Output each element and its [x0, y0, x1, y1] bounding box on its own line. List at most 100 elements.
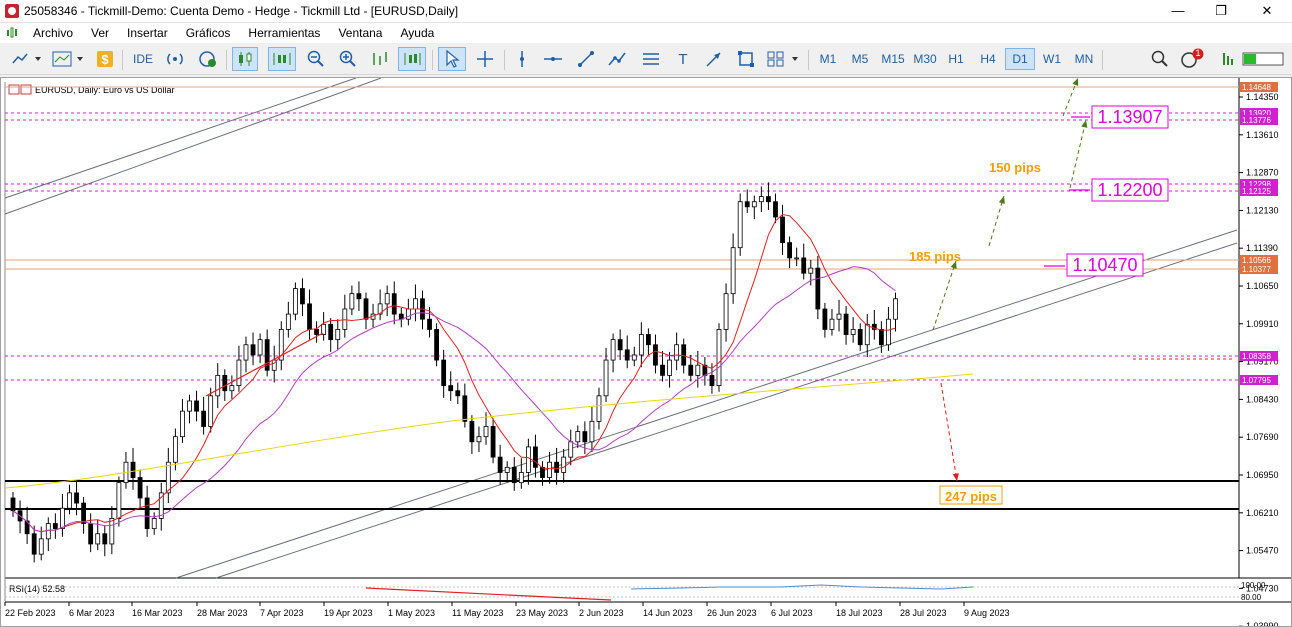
- horizontal-line-icon[interactable]: [540, 47, 566, 71]
- candle-body: [864, 323, 870, 346]
- shape-tool-icon[interactable]: [734, 47, 758, 71]
- candle-body: [413, 298, 418, 310]
- candle-body: [215, 374, 221, 397]
- draw-arrow-icon[interactable]: [702, 47, 726, 71]
- maximize-button[interactable]: ❐: [1198, 0, 1244, 23]
- candle-body: [603, 359, 609, 397]
- window-title: 25058346 - Tickmill-Demo: Cuenta Demo - …: [24, 4, 459, 18]
- menu-ventana[interactable]: Ventana: [329, 26, 391, 40]
- candle-body: [610, 339, 616, 361]
- date-tick-label: 28 Mar 2023: [197, 608, 248, 618]
- candle-body: [667, 359, 672, 376]
- price-tick-label: 1.14350: [1246, 92, 1279, 102]
- menu-archivo[interactable]: Archivo: [24, 26, 82, 40]
- shapes-dropdown[interactable]: [764, 47, 804, 71]
- timeframe-m30[interactable]: M30: [909, 48, 941, 70]
- timeframe-m5[interactable]: M5: [845, 48, 875, 70]
- target-price-label: 1.10470: [1072, 255, 1137, 275]
- chart-menu-icon: [8, 84, 20, 95]
- candle-body: [236, 359, 242, 387]
- candle-body: [10, 497, 16, 512]
- date-tick-label: 16 Mar 2023: [132, 608, 183, 618]
- template-dropdown[interactable]: [50, 47, 90, 71]
- candle-body: [476, 436, 482, 443]
- fibonacci-icon[interactable]: [638, 47, 664, 71]
- menu-bar: Archivo Ver Insertar Gráficos Herramient…: [0, 23, 1292, 43]
- candle-body: [787, 242, 792, 259]
- scroll-end-button[interactable]: [398, 47, 426, 71]
- chart-type-dropdown[interactable]: [10, 47, 46, 71]
- date-tick-label: 19 Apr 2023: [324, 608, 373, 618]
- menu-insertar[interactable]: Insertar: [118, 26, 177, 40]
- timeframe-m15[interactable]: M15: [877, 48, 909, 70]
- candle-body: [893, 298, 898, 320]
- ma-mid-line: [12, 266, 896, 533]
- dollar-icon[interactable]: $: [94, 47, 116, 71]
- rsi-overbought-line: [365, 587, 612, 601]
- zoom-in-icon[interactable]: [336, 47, 360, 71]
- menu-ayuda[interactable]: Ayuda: [391, 26, 443, 40]
- app-logo-icon: [5, 4, 19, 18]
- candle-body: [617, 339, 623, 351]
- timeframe-d1[interactable]: D1: [1005, 48, 1035, 70]
- candle-body: [137, 477, 143, 499]
- trend-segment: [205, 332, 324, 397]
- candle-body: [455, 390, 461, 397]
- date-tick-label: 9 Aug 2023: [964, 608, 1010, 618]
- timeframe-m1[interactable]: M1: [813, 48, 843, 70]
- level-tag-label: 1.10377: [1242, 265, 1271, 274]
- chart-window[interactable]: 1.14350 1.13610 1.12870 1.12130 1.11390 1.106…: [0, 77, 1292, 627]
- candle-body: [575, 431, 581, 443]
- timeframe-mn[interactable]: MN: [1069, 48, 1099, 70]
- vertical-line-icon[interactable]: [510, 47, 534, 71]
- candle-body: [886, 318, 891, 346]
- candle-body: [638, 334, 644, 356]
- candle-body: [730, 247, 736, 295]
- level-tag-label: 1.12125: [1242, 187, 1271, 196]
- text-tool-icon[interactable]: T: [672, 47, 694, 71]
- price-chart[interactable]: 1.14350 1.13610 1.12870 1.12130 1.11390 1.106…: [1, 78, 1291, 626]
- arrow-down: [940, 382, 958, 482]
- market-globe-icon[interactable]: [196, 47, 220, 71]
- signal-icon[interactable]: [162, 47, 188, 71]
- rsi-tick-label: 100.00: [1241, 581, 1266, 590]
- price-tick-label: 1.11390: [1246, 243, 1278, 253]
- candle-body: [427, 318, 432, 330]
- candle-body: [405, 308, 411, 320]
- candlestick-chart-button[interactable]: [232, 47, 258, 71]
- candle-body: [533, 446, 538, 468]
- date-tick-label: 6 Mar 2023: [69, 608, 115, 618]
- search-icon[interactable]: [1148, 47, 1172, 71]
- candle-body: [38, 538, 44, 555]
- timeframe-w1[interactable]: W1: [1037, 48, 1067, 70]
- candle-body: [850, 329, 856, 335]
- candle-body: [307, 303, 312, 330]
- candle-body: [681, 344, 687, 366]
- ma-slow-line: [4, 373, 974, 489]
- candle-body: [469, 420, 475, 443]
- timeframe-h4[interactable]: H4: [973, 48, 1003, 70]
- minimize-button[interactable]: —: [1155, 0, 1201, 23]
- crosshair-icon[interactable]: [472, 47, 498, 71]
- chart-shift-icon[interactable]: [368, 47, 392, 71]
- price-tick-label: 1.08430: [1246, 394, 1279, 404]
- trendline-icon[interactable]: [574, 47, 598, 71]
- candle-body: [709, 374, 715, 387]
- ide-button[interactable]: IDE: [128, 47, 158, 71]
- notifications-icon[interactable]: 1: [1178, 47, 1206, 71]
- channel-icon[interactable]: [604, 47, 630, 71]
- timeframe-h1[interactable]: H1: [941, 48, 971, 70]
- candle-body: [808, 267, 814, 274]
- menu-ver[interactable]: Ver: [82, 26, 118, 40]
- menu-herramientas[interactable]: Herramientas: [239, 26, 329, 40]
- arrow-up-3-head: [1081, 120, 1088, 128]
- cursor-icon[interactable]: [438, 47, 466, 71]
- close-button[interactable]: ✕: [1244, 0, 1290, 23]
- candle-body: [773, 201, 778, 218]
- signal-strength-bar: [1240, 47, 1288, 71]
- menu-graficos[interactable]: Gráficos: [177, 26, 240, 40]
- autoscroll-button[interactable]: [268, 47, 296, 71]
- candle-body: [568, 441, 574, 458]
- candle-body: [653, 344, 658, 366]
- zoom-out-icon[interactable]: [304, 47, 328, 71]
